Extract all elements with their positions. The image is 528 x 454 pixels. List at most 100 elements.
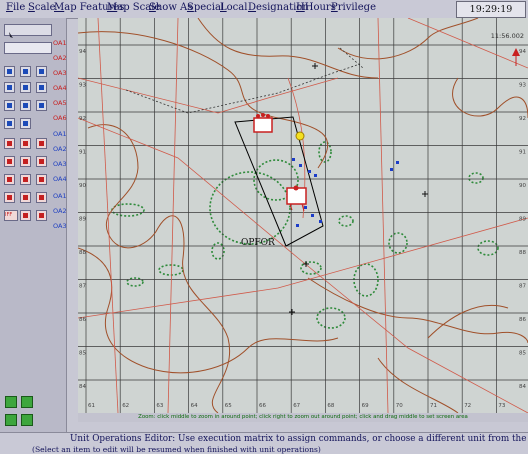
grid-y-label: 91 [79, 150, 86, 156]
menu-privilege[interactable]: Privilege [331, 2, 376, 13]
grid-x-label: 65 [225, 403, 232, 409]
oa-label[interactable]: OA3 [53, 222, 67, 230]
route-tool[interactable] [20, 66, 31, 77]
grid-x-label: 68 [327, 403, 334, 409]
grid-x-label: 64 [191, 403, 198, 409]
road [97, 18, 119, 413]
arrow-up-icon [7, 177, 12, 182]
grid-x-label: 61 [88, 403, 95, 409]
pick-tool[interactable] [36, 174, 47, 185]
unit-tool-1[interactable] [4, 66, 15, 77]
cut-tool[interactable] [36, 138, 47, 149]
forest-area [477, 240, 499, 256]
bridge-tool[interactable] [36, 192, 47, 203]
forest-area [111, 203, 145, 217]
menu-show-as[interactable]: Show As [149, 2, 192, 13]
target-icon [23, 103, 28, 108]
oa-label[interactable]: OA5 [53, 99, 67, 107]
forest-area [468, 172, 484, 184]
sign-tool[interactable] [20, 210, 31, 221]
oa-label[interactable]: OA2 [53, 207, 67, 215]
oa-label[interactable]: OA2 [53, 54, 67, 62]
oa-label[interactable]: OA1 [53, 130, 67, 138]
target-tool[interactable] [20, 100, 31, 111]
grid-y-label: 92 [79, 116, 86, 122]
grid-y-label: 84 [519, 384, 526, 390]
pointer-tool-button[interactable] [4, 24, 52, 38]
menu-scale[interactable]: Scale [28, 2, 56, 13]
tactical-map[interactable]: OPFOR 61 62 63 64 65 66 67 68 69 70 71 72 73 94 94 93 9… [78, 18, 528, 421]
contour-line [78, 31, 328, 169]
sector-tool[interactable] [36, 100, 47, 111]
grid-y-label: 85 [79, 351, 86, 357]
oa-label[interactable]: OA1 [53, 39, 67, 47]
area-tool[interactable] [4, 82, 15, 93]
oa-label[interactable]: OA6 [53, 114, 67, 122]
oa-label[interactable]: OA1 [53, 192, 67, 200]
map-canvas[interactable]: OPFOR 61 62 63 64 65 66 67 68 69 70 71 72 73 94 9493 9… [78, 18, 528, 413]
fire-tool[interactable] [4, 138, 15, 149]
barrier-icon [23, 159, 28, 164]
terrain-tool[interactable] [21, 414, 33, 426]
menu-special[interactable]: Special [187, 2, 224, 13]
barrier-tool[interactable] [20, 156, 31, 167]
grid-y-label: 88 [79, 250, 86, 256]
sector-icon [39, 103, 44, 108]
formation-tool[interactable] [20, 118, 31, 129]
contour-line [197, 18, 379, 79]
mine-icon [7, 159, 12, 164]
oa-label[interactable]: OA3 [53, 69, 67, 77]
road [78, 217, 528, 319]
menu-local[interactable]: Local [220, 2, 247, 13]
area-icon [7, 85, 12, 90]
zoom-hint: Zoom: click middle to zoom in around poi… [78, 413, 528, 422]
grid-y-label: 84 [79, 384, 86, 390]
map-time-readout: 11:56.002 [490, 32, 524, 40]
bridge-icon [39, 195, 44, 200]
grid-tool[interactable] [36, 82, 47, 93]
overlay-tool[interactable] [21, 396, 33, 408]
waypoint-icon [7, 103, 12, 108]
road [78, 77, 339, 114]
menu-file[interactable]: File [6, 2, 25, 13]
cross-tool[interactable] [36, 156, 47, 167]
anchor-tool[interactable] [36, 210, 47, 221]
forest-area [388, 232, 408, 254]
grid-y-label: 86 [79, 317, 86, 323]
oa-label[interactable]: OA2 [53, 145, 67, 153]
arrow-up-tool[interactable] [4, 174, 15, 185]
grid-y-labels: 94 94 93 93 92 92 91 91 90 90 89 89 88 88 87 87 86 86 85 85… [79, 49, 526, 390]
obstacle-icon [23, 141, 28, 146]
cross-icon [39, 159, 44, 164]
oa-label[interactable]: OA4 [53, 84, 67, 92]
point-markers [289, 63, 428, 315]
line-tool[interactable] [36, 66, 47, 77]
building-icon [23, 195, 28, 200]
map-mode-tool[interactable] [5, 396, 17, 408]
oa-label[interactable]: OA3 [53, 160, 67, 168]
circle-tool[interactable] [20, 82, 31, 93]
road [167, 18, 179, 413]
road [78, 117, 528, 413]
sign-icon [23, 213, 28, 218]
selection-field[interactable] [4, 42, 52, 54]
forest-area [318, 141, 332, 163]
grid-icon [39, 85, 44, 90]
building-tool[interactable] [20, 192, 31, 203]
grid-x-label: 72 [464, 403, 471, 409]
menu-hhours[interactable]: HHours [296, 2, 336, 13]
person-tool[interactable] [20, 174, 31, 185]
grid-y-label: 89 [519, 217, 526, 223]
menu-bar: File Scale Map Features Map Scale Show A… [0, 0, 528, 30]
iff-tool[interactable]: IFF [4, 210, 18, 221]
mine-tool[interactable] [4, 156, 15, 167]
flag-tool[interactable] [4, 118, 15, 129]
layers-tool[interactable] [5, 414, 17, 426]
forest-area [158, 264, 184, 276]
waypoint-tool[interactable] [4, 100, 15, 111]
oa-label[interactable]: OA4 [53, 175, 67, 183]
route-icon [23, 69, 28, 74]
hostile-unit[interactable] [253, 113, 273, 133]
vehicle-tool[interactable] [4, 192, 15, 203]
obstacle-tool[interactable] [20, 138, 31, 149]
